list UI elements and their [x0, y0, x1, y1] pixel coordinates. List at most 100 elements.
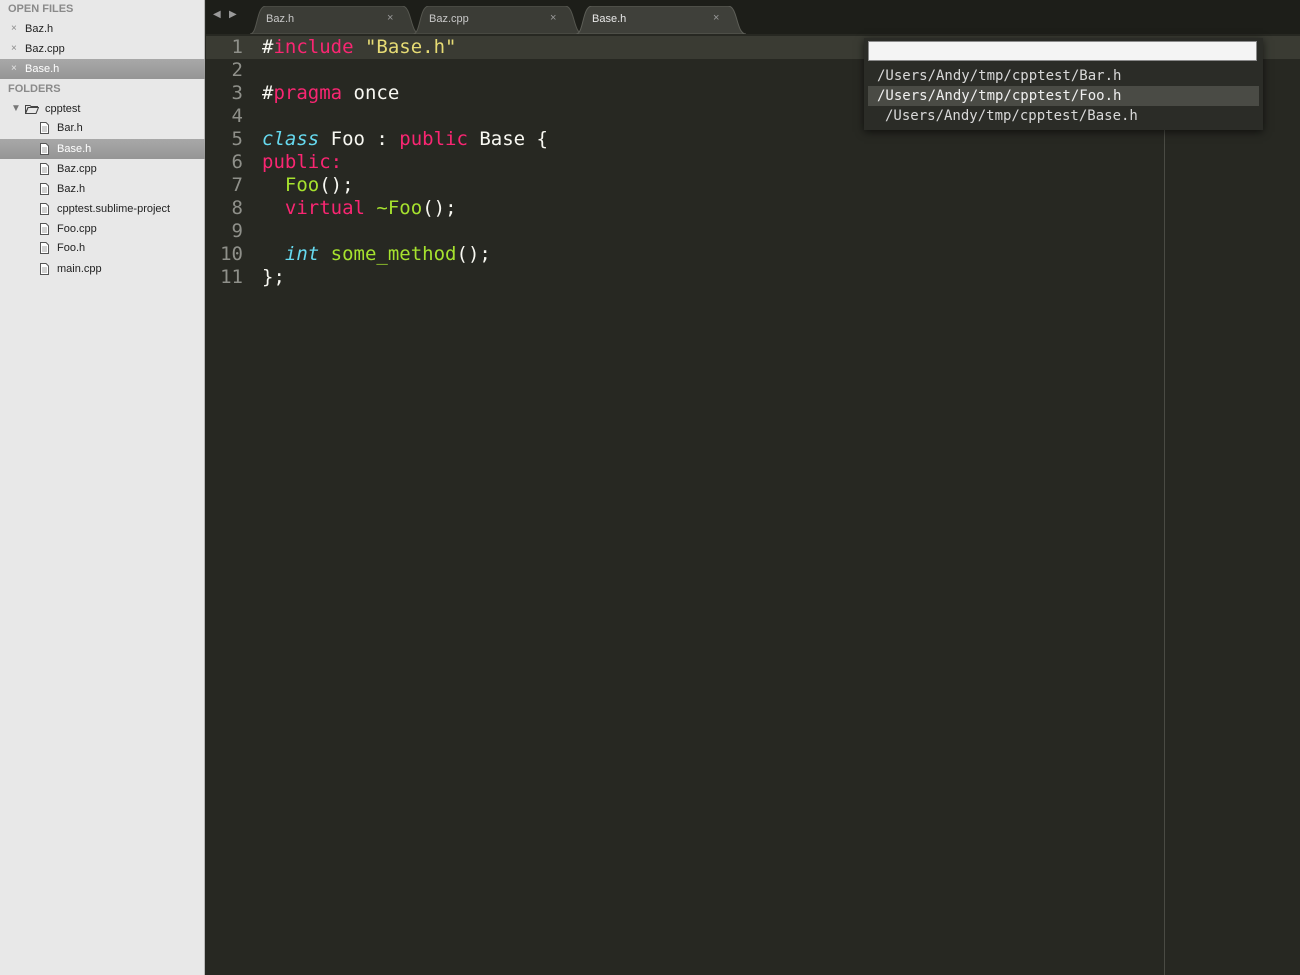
- file-label: Foo.h: [57, 242, 86, 254]
- tab-label: Baz.h: [266, 13, 295, 25]
- open-file-label: Baz.h: [25, 23, 54, 35]
- type-token: class: [262, 128, 320, 150]
- file-item-active[interactable]: Base.h: [0, 139, 205, 159]
- file-label: Foo.cpp: [57, 223, 97, 235]
- open-file-item-active[interactable]: × Base.h: [0, 59, 205, 79]
- file-icon: [40, 263, 49, 275]
- line-number: 1: [231, 36, 243, 58]
- keyword-token: public:: [262, 151, 343, 173]
- type-token: int: [284, 243, 320, 265]
- forward-arrow-icon[interactable]: ▶: [229, 9, 237, 20]
- file-label: Bar.h: [57, 122, 83, 134]
- tab-label: Base.h: [592, 13, 627, 25]
- code-token: #: [262, 36, 274, 58]
- code-line[interactable]: class Foo : public Base {: [262, 128, 548, 150]
- line-number: 4: [231, 105, 243, 127]
- folder-cpptest[interactable]: ▼ cpptest: [0, 99, 205, 119]
- code-token: Base {: [467, 128, 548, 150]
- folders-header: FOLDERS: [8, 83, 61, 95]
- popup-search-input[interactable]: [868, 41, 1257, 61]
- ruler-guide: [1164, 124, 1165, 975]
- function-token: Foo: [284, 174, 320, 196]
- line-number: 5: [231, 128, 243, 150]
- file-label: main.cpp: [57, 263, 102, 275]
- code-token: once: [342, 82, 400, 104]
- line-number: 9: [231, 220, 243, 242]
- file-icon: [40, 223, 49, 235]
- open-file-label: Base.h: [25, 63, 60, 75]
- file-label: Baz.cpp: [57, 163, 97, 175]
- file-item[interactable]: Baz.h: [0, 179, 205, 199]
- popup-result-path: /Users/Andy/tmp/cpptest/Foo.h: [877, 88, 1122, 104]
- tab-baz-cpp[interactable]: Baz.cpp ×: [413, 6, 583, 34]
- back-arrow-icon[interactable]: ◀: [213, 9, 221, 20]
- line-number: 7: [231, 174, 243, 196]
- keyword-token: virtual: [284, 197, 365, 219]
- tab-close-icon[interactable]: ×: [387, 12, 393, 24]
- tab-base-h[interactable]: Base.h ×: [576, 6, 746, 34]
- file-icon: [40, 122, 49, 134]
- keyword-token: include: [273, 36, 354, 58]
- close-icon[interactable]: ×: [11, 59, 17, 79]
- sidebar: OPEN FILES × Baz.h × Baz.cpp × Base.h FO…: [0, 0, 205, 975]
- file-item[interactable]: Foo.cpp: [0, 219, 205, 239]
- string-token: "Base.h": [364, 36, 457, 58]
- file-icon: [40, 143, 49, 155]
- popup-result-item-selected[interactable]: /Users/Andy/tmp/cpptest/Foo.h: [868, 86, 1259, 106]
- file-item[interactable]: cpptest.sublime-project: [0, 199, 205, 219]
- open-files-header: OPEN FILES: [8, 3, 74, 15]
- line-number: 8: [231, 197, 243, 219]
- keyword-token: pragma: [273, 82, 343, 104]
- file-icon: [40, 183, 49, 195]
- code-token: ();: [456, 243, 491, 265]
- function-token: some_method: [330, 243, 457, 265]
- code-line[interactable]: Foo();: [262, 174, 354, 196]
- code-token: ();: [319, 174, 354, 196]
- code-line[interactable]: int some_method();: [262, 243, 491, 265]
- code-token: ();: [422, 197, 457, 219]
- close-icon[interactable]: ×: [11, 19, 17, 39]
- code-line[interactable]: };: [262, 266, 285, 288]
- disclosure-triangle-icon[interactable]: ▼: [11, 99, 21, 119]
- popup-result-path: /Users/Andy/tmp/cpptest/Base.h: [885, 108, 1138, 124]
- code-line[interactable]: public:: [262, 151, 342, 173]
- tab-close-icon[interactable]: ×: [713, 12, 719, 24]
- goto-file-popup: /Users/Andy/tmp/cpptest/Bar.h /Users/And…: [864, 38, 1263, 130]
- tab-baz-h[interactable]: Baz.h ×: [250, 6, 420, 34]
- file-label: cpptest.sublime-project: [57, 203, 171, 215]
- line-number: 2: [231, 59, 243, 81]
- file-item[interactable]: Foo.h: [0, 238, 205, 258]
- popup-result-item[interactable]: /Users/Andy/tmp/cpptest/Bar.h: [868, 66, 1259, 86]
- line-number: 10: [220, 243, 243, 265]
- function-token: ~Foo: [376, 197, 423, 219]
- code-line[interactable]: #pragma once: [262, 82, 399, 104]
- file-icon: [40, 203, 49, 215]
- popup-result-item[interactable]: /Users/Andy/tmp/cpptest/Base.h: [868, 106, 1259, 126]
- line-number: 6: [231, 151, 243, 173]
- file-item[interactable]: main.cpp: [0, 259, 205, 279]
- tab-label: Baz.cpp: [429, 13, 469, 25]
- file-label: Base.h: [57, 143, 92, 155]
- code-editor[interactable]: 1 2 3 4 5 6 7 8 9 10 11 #include "Base.h…: [206, 34, 1300, 975]
- open-file-label: Baz.cpp: [25, 43, 65, 55]
- line-number: 11: [220, 266, 243, 288]
- code-line[interactable]: virtual ~Foo();: [262, 197, 457, 219]
- tab-bar: ◀ ▶ Baz.h × Baz.cpp × Base.h ×: [206, 0, 1300, 34]
- code-line[interactable]: #include "Base.h": [262, 36, 457, 58]
- code-token: Foo :: [319, 128, 400, 150]
- keyword-token: public: [399, 128, 468, 150]
- file-item[interactable]: Bar.h: [0, 118, 205, 138]
- close-icon[interactable]: ×: [11, 39, 17, 59]
- open-file-item[interactable]: × Baz.cpp: [0, 39, 205, 59]
- file-item[interactable]: Baz.cpp: [0, 159, 205, 179]
- open-file-item[interactable]: × Baz.h: [0, 19, 205, 39]
- file-icon: [40, 242, 49, 254]
- tab-close-icon[interactable]: ×: [550, 12, 556, 24]
- popup-result-path: /Users/Andy/tmp/cpptest/Bar.h: [877, 68, 1122, 84]
